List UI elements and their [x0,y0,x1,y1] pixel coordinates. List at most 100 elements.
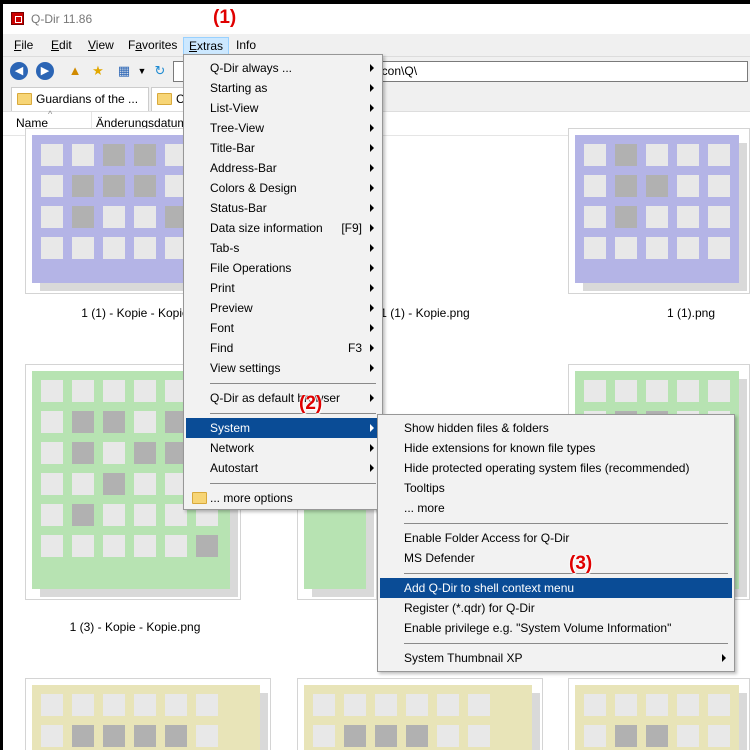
extras-item-font[interactable]: Font [186,318,380,338]
system-item-add-q-dir-to-shell-context-menu[interactable]: Add Q-Dir to shell context menu [380,578,732,598]
system-item-tooltips[interactable]: Tooltips [380,478,732,498]
extras-item-title-bar[interactable]: Title-Bar [186,138,380,158]
thumbnail-cell [134,380,156,402]
thumbnail-cell [134,411,156,433]
system-item-more[interactable]: ... more [380,498,732,518]
tab-guardians[interactable]: Guardians of the ... [11,87,149,111]
extras-item-q-dir-as-default-browser[interactable]: Q-Dir as default browser [186,388,380,408]
thumbnail-cell [72,535,94,557]
thumbnail-cell [41,473,63,495]
new-folder-icon[interactable]: ★ [89,62,107,80]
forward-icon[interactable]: ▶ [36,62,54,80]
thumbnail-cell [708,237,730,259]
system-item-register-qdr-for-q-dir[interactable]: Register (*.qdr) for Q-Dir [380,598,732,618]
submenu-arrow-icon [370,444,374,452]
menu-item-label: Title-Bar [210,141,255,155]
thumbnail-cell [646,237,668,259]
thumbnail-cell [72,411,94,433]
thumbnail-cell [103,206,125,228]
thumbnail-image [304,685,532,750]
system-item-enable-folder-access-for-q-dir[interactable]: Enable Folder Access for Q-Dir [380,528,732,548]
thumbnail-cell [677,725,699,747]
refresh-icon[interactable]: ↻ [151,62,169,80]
extras-item-address-bar[interactable]: Address-Bar [186,158,380,178]
title-bar: Q-Dir 11.86 [3,4,750,34]
extras-item-system[interactable]: System [186,418,380,438]
extras-item-list-view[interactable]: List-View [186,98,380,118]
extras-item-autostart[interactable]: Autostart [186,458,380,478]
chevron-down-icon[interactable]: ▼ [133,62,151,80]
extras-item-colors-design[interactable]: Colors & Design [186,178,380,198]
thumbnail-cell [72,504,94,526]
thumbnail-cell [344,725,366,747]
submenu-arrow-icon [370,144,374,152]
submenu-arrow-icon [370,124,374,132]
thumbnail-cell [103,725,125,747]
view-mode-icon[interactable]: ▦ [115,62,133,80]
thumbnail-cell [103,237,125,259]
extras-item-starting-as[interactable]: Starting as [186,78,380,98]
menu-info[interactable]: Info [231,37,261,55]
file-caption[interactable]: 1 (1).png [581,306,750,320]
extras-item-find[interactable]: Find F3 [186,338,380,358]
thumbnail-cell [615,380,637,402]
menu-item-label: Preview [210,301,253,315]
extras-item-q-dir-always[interactable]: Q-Dir always ... [186,58,380,78]
file-caption[interactable]: 1 (3) - Kopie - Kopie.png [25,620,245,634]
extras-item-tab-s[interactable]: Tab-s [186,238,380,258]
system-item-hide-extensions-for-known-file-types[interactable]: Hide extensions for known file types [380,438,732,458]
system-item-hide-protected-operating-system-files-recommended[interactable]: Hide protected operating system files (r… [380,458,732,478]
system-item-system-thumbnail-xp[interactable]: System Thumbnail XP [380,648,732,668]
submenu-arrow-icon [370,464,374,472]
menu-separator [210,483,376,484]
thumbnail-cell [103,411,125,433]
extras-item-status-bar[interactable]: Status-Bar [186,198,380,218]
thumbnail-cell [584,725,606,747]
menu-edit[interactable]: Edit [46,37,77,55]
thumbnail-cell [165,535,187,557]
file-thumbnail[interactable] [568,128,750,294]
thumbnail-cell [677,206,699,228]
thumbnail-cell [646,694,668,716]
menu-item-label: Status-Bar [210,201,267,215]
menu-file[interactable]: File [9,37,38,55]
thumbnail-cell [406,725,428,747]
menu-item-label: Data size information [210,221,323,235]
sort-asc-icon: ^ [48,109,53,119]
system-item-show-hidden-files-folders[interactable]: Show hidden files & folders [380,418,732,438]
extras-item-file-operations[interactable]: File Operations [186,258,380,278]
thumbnail-cell [103,175,125,197]
file-thumbnail[interactable] [297,678,543,750]
file-thumbnail[interactable] [568,678,750,750]
system-item-ms-defender[interactable]: MS Defender [380,548,732,568]
extras-item-network[interactable]: Network [186,438,380,458]
back-icon[interactable]: ◀ [10,62,28,80]
thumbnail-cell [313,694,335,716]
thumbnail-cell [196,694,218,716]
thumbnail-cell [72,725,94,747]
folder-up-icon[interactable]: ▲ [66,62,84,80]
extras-item-more-options[interactable]: ... more options [186,488,380,508]
thumbnail-cell [134,725,156,747]
extras-item-preview[interactable]: Preview [186,298,380,318]
extras-item-tree-view[interactable]: Tree-View [186,118,380,138]
extras-item-view-settings[interactable]: View settings [186,358,380,378]
system-submenu: Show hidden files & folders Hide extensio… [377,414,735,672]
menu-item-label: Print [210,281,235,295]
menu-item-label: File Operations [210,261,292,275]
extras-item-data-size-information[interactable]: Data size information [F9] [186,218,380,238]
extras-item-print[interactable]: Print [186,278,380,298]
file-thumbnail[interactable] [25,678,271,750]
menu-extras[interactable]: Extras [183,37,230,55]
thumbnail-cell [134,206,156,228]
submenu-arrow-icon [370,424,374,432]
menu-view[interactable]: View [83,37,119,55]
step-badge-3: (3) [569,553,593,574]
menu-separator [210,383,376,384]
thumbnail-cell [708,694,730,716]
thumbnail-cell [103,144,125,166]
menu-bar: File Edit View Favorites Extras Info [3,34,750,56]
menu-favorites[interactable]: Favorites [123,37,182,55]
thumbnail-cell [72,206,94,228]
system-item-enable-privilege-e-g-system-volume-information[interactable]: Enable privilege e.g. "System Volume Inf… [380,618,732,638]
